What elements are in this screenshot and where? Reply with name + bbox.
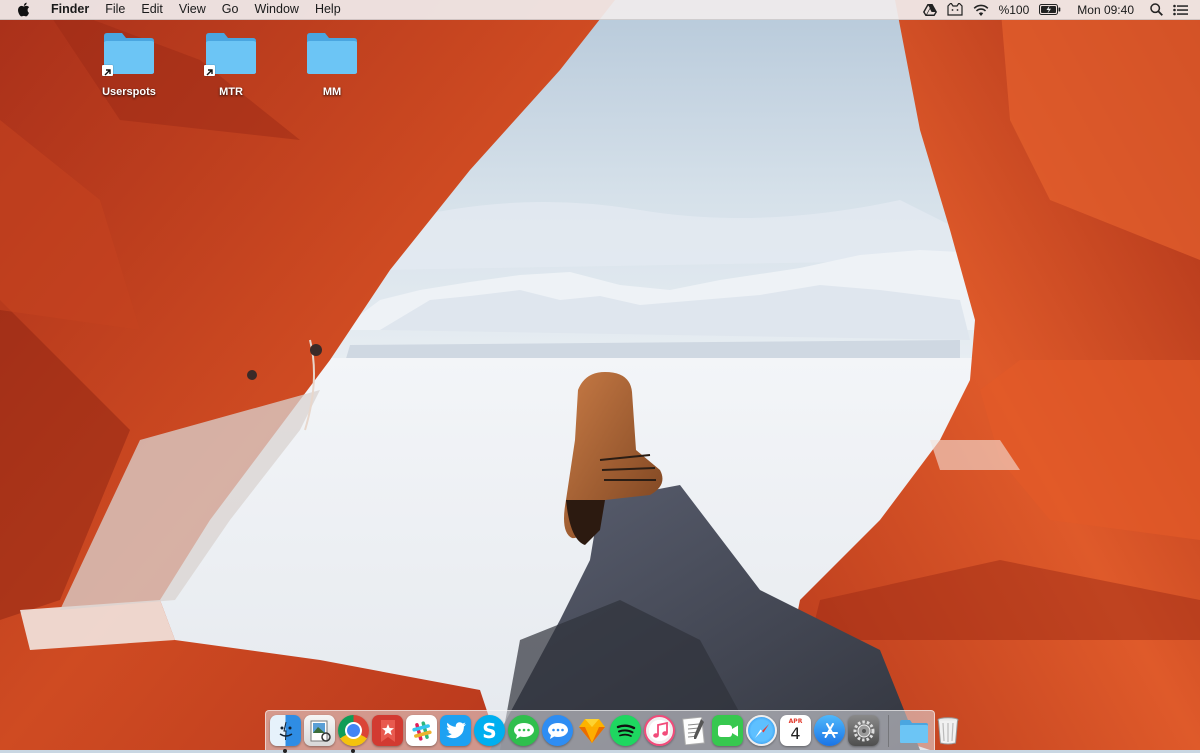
textedit-icon [678,715,709,746]
folder-icon [305,30,359,76]
desktop-icon-label: MTR [219,86,243,98]
desktop-icon-label: MM [322,86,342,98]
messages-green-icon [508,715,539,746]
trash-icon [932,715,963,746]
dock-app-preview[interactable] [304,715,335,746]
dock-separator [888,714,889,747]
dock-app-safari[interactable] [746,715,777,746]
wunderlist-icon [372,715,403,746]
dock-app-messages-blue[interactable] [542,715,573,746]
dock-app-slack[interactable] [406,715,437,746]
dock-app-textedit[interactable] [678,715,709,746]
spotlight-search-icon[interactable] [1150,3,1163,16]
chrome-icon [338,715,369,746]
menu-clock[interactable]: Mon 09:40 [1077,3,1134,17]
wifi-icon[interactable] [973,4,989,16]
dock-app-itunes[interactable] [644,715,675,746]
dock-app-skype[interactable]: S [474,715,505,746]
safari-icon [746,715,777,746]
battery-charging-icon[interactable] [1039,4,1061,15]
menu-bar: Finder File Edit View Go Window Help %10… [0,0,1200,20]
desktop-icon-label: Userspots [102,86,156,98]
system-preferences-icon [848,715,879,746]
folder-icon [204,30,258,76]
dock-app-facetime[interactable] [712,715,743,746]
slack-icon [406,715,437,746]
itunes-icon [644,715,675,746]
desktop-folder-mm[interactable]: MM [287,30,377,98]
dock-app-spotify[interactable] [610,715,641,746]
alias-arrow-icon [204,65,215,76]
menu-help[interactable]: Help [307,0,349,19]
sketch-icon [576,715,607,746]
skype-icon: S [474,715,505,746]
dock-trash[interactable] [932,715,963,746]
dock-app-system-preferences[interactable] [848,715,879,746]
desktop-folder-userspots[interactable]: Userspots [84,30,174,98]
appstore-icon [814,715,845,746]
facetime-icon [712,715,743,746]
notification-center-icon[interactable] [1173,4,1188,16]
downloads-folder-icon [898,715,929,746]
alias-arrow-icon [102,65,113,76]
menu-file[interactable]: File [97,0,133,19]
calendar-icon: APR 4 [780,715,811,746]
dock-app-wunderlist[interactable] [372,715,403,746]
dock-app-twitter[interactable] [440,715,471,746]
desktop-wallpaper [0,0,1200,750]
preview-icon [304,715,335,746]
dock-app-calendar[interactable]: APR 4 [780,715,811,746]
dock: S APR 4 [265,710,958,753]
dock-downloads-folder[interactable] [898,715,929,746]
dock-app-appstore[interactable] [814,715,845,746]
google-drive-icon[interactable] [922,3,937,16]
folder-icon [102,30,156,76]
menu-edit[interactable]: Edit [133,0,171,19]
dock-app-sketch[interactable] [576,715,607,746]
desktop-folder-mtr[interactable]: MTR [186,30,276,98]
dock-app-chrome[interactable] [338,715,369,753]
spotify-icon [610,715,641,746]
menu-window[interactable]: Window [246,0,306,19]
calendar-day: 4 [790,724,801,743]
menu-view[interactable]: View [171,0,214,19]
finder-icon [270,715,301,746]
menu-go[interactable]: Go [214,0,247,19]
battery-percent[interactable]: %100 [999,3,1030,17]
dock-app-messages-green[interactable] [508,715,539,746]
apple-menu-icon[interactable] [17,2,31,17]
messages-blue-icon [542,715,573,746]
twitter-icon [440,715,471,746]
cat-status-icon[interactable] [946,3,963,16]
dock-app-finder[interactable] [270,715,301,753]
menu-app-finder[interactable]: Finder [45,0,97,19]
